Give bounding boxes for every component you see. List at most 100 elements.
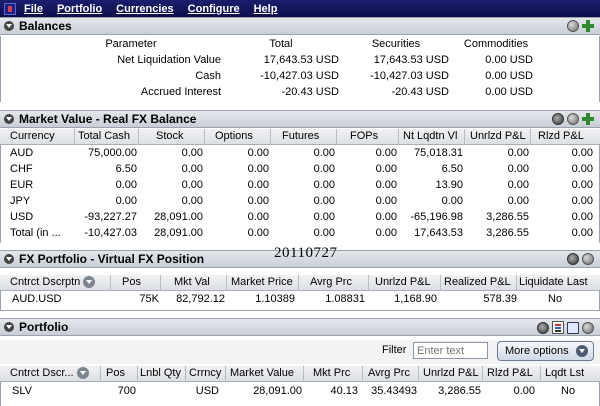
balances-cell: -20.43 USD	[391, 86, 449, 98]
portfolio-header[interactable]: Portfolio	[0, 318, 600, 336]
chevron-down-icon[interactable]	[76, 367, 89, 380]
app-logo-icon	[4, 2, 16, 15]
col-separator	[160, 275, 161, 291]
col-unrlzd-pl[interactable]: Unrlzd P&L	[423, 366, 479, 381]
add-icon[interactable]	[582, 113, 594, 125]
more-options-button[interactable]: More options	[497, 341, 594, 361]
col-fops[interactable]: FOPs	[350, 129, 378, 144]
col-separator	[530, 129, 531, 145]
help-icon[interactable]	[582, 253, 594, 265]
col-nt-lqdtn-vl[interactable]: Nt Lqdtn Vl	[403, 129, 457, 144]
col-unrlzd-pl[interactable]: Unrlzd P&L	[375, 275, 431, 290]
collapse-toggle-icon[interactable]	[4, 254, 14, 264]
menu-configure[interactable]: Configure	[188, 3, 240, 15]
menu-help[interactable]: Help	[254, 3, 278, 15]
collapse-toggle-icon[interactable]	[4, 114, 14, 124]
col-stock[interactable]: Stock	[156, 129, 184, 144]
mv-cell-currency: CHF	[10, 163, 33, 175]
col-cntrct-dscrptn[interactable]: Cntrct Dscrptn	[10, 275, 96, 290]
col-separator	[74, 129, 75, 145]
mv-cell: 0.00	[247, 211, 269, 223]
col-pos[interactable]: Pos	[106, 366, 125, 381]
mv-cell: 3,286.55	[486, 227, 529, 239]
col-realized-pl[interactable]: Realized P&L	[444, 275, 511, 290]
col-avrg-prc[interactable]: Avrg Prc	[310, 275, 352, 290]
col-cntrct-dscrptn-label: Cntrct Dscrptn	[10, 276, 81, 288]
col-separator	[185, 366, 186, 382]
report-icon[interactable]	[552, 321, 564, 334]
window-icon[interactable]	[567, 321, 579, 334]
mv-cell: 75,000.00	[88, 147, 137, 159]
col-total-cash[interactable]: Total Cash	[78, 129, 130, 144]
mv-cell: 0.00	[571, 163, 593, 175]
col-crrncy[interactable]: Crrncy	[189, 366, 221, 381]
fx-portfolio-grid: AUD.USD 75K 82,792.12 1.10389 1.08831 1,…	[0, 291, 600, 311]
mv-cell: 0.00	[313, 211, 335, 223]
col-futures[interactable]: Futures	[282, 129, 319, 144]
mv-cell: -65,196.98	[410, 211, 463, 223]
col-separator	[464, 129, 465, 145]
filter-label: Filter	[382, 344, 407, 356]
balances-row-label: Cash	[195, 70, 221, 82]
add-icon[interactable]	[582, 20, 594, 32]
collapse-toggle-icon[interactable]	[4, 21, 14, 31]
menu-currencies[interactable]: Currencies	[116, 3, 173, 15]
col-avrg-prc[interactable]: Avrg Prc	[368, 366, 410, 381]
mv-cell: 0.00	[507, 195, 529, 207]
mv-cell: 28,091.00	[154, 227, 203, 239]
mv-cell: 0.00	[375, 195, 397, 207]
col-pos[interactable]: Pos	[122, 275, 141, 290]
pf-cell: 0.00	[513, 385, 535, 397]
configure-icon[interactable]	[552, 113, 564, 125]
col-cntrct-dscr[interactable]: Cntrct Dscr...	[10, 366, 89, 381]
help-icon[interactable]	[567, 20, 579, 32]
mv-cell: 0.00	[181, 195, 203, 207]
configure-icon[interactable]	[567, 253, 579, 265]
col-lnbl-qty[interactable]: Lnbl Qty	[140, 366, 181, 381]
col-unrlzd-pl[interactable]: Unrlzd P&L	[470, 129, 526, 144]
mv-cell: 28,091.00	[154, 211, 203, 223]
configure-icon[interactable]	[537, 321, 549, 334]
balances-col-securities: Securities	[371, 38, 421, 50]
mv-cell: 0.00	[571, 211, 593, 223]
col-market-price[interactable]: Market Price	[231, 275, 293, 290]
pf-cell-contract: SLV	[12, 385, 32, 397]
col-separator	[398, 129, 399, 145]
market-value-header[interactable]: Market Value - Real FX Balance	[0, 110, 600, 128]
col-separator	[540, 366, 541, 382]
col-separator	[303, 366, 304, 382]
balances-row-label: Net Liquidation Value	[117, 54, 221, 66]
help-icon[interactable]	[582, 321, 594, 334]
mv-cell: 0.00	[313, 227, 335, 239]
fx-cell: 578.39	[483, 293, 517, 305]
fx-cell: 1.08831	[325, 293, 365, 305]
col-lqdt-lst[interactable]: Lqdt Lst	[545, 366, 584, 381]
mv-cell: 0.00	[115, 179, 137, 191]
pf-cell: 28,091.00	[253, 385, 302, 397]
col-separator	[516, 275, 517, 291]
menu-bar: File Portfolio Currencies Configure Help	[0, 0, 600, 17]
col-market-value[interactable]: Market Value	[230, 366, 294, 381]
mv-cell: 0.00	[375, 211, 397, 223]
pf-cell: USD	[195, 385, 219, 397]
filter-input[interactable]	[413, 342, 488, 359]
fx-cell: No	[548, 293, 563, 305]
mv-cell: 0.00	[507, 179, 529, 191]
col-mkt-prc[interactable]: Mkt Prc	[313, 366, 350, 381]
menu-file[interactable]: File	[24, 3, 43, 15]
help-icon[interactable]	[567, 113, 579, 125]
col-options[interactable]: Options	[215, 129, 253, 144]
col-liquidate-last[interactable]: Liquidate Last	[519, 275, 588, 290]
col-mkt-val[interactable]: Mkt Val	[174, 275, 210, 290]
collapse-toggle-icon[interactable]	[4, 322, 14, 332]
col-currency[interactable]: Currency	[10, 129, 55, 144]
mv-cell: 0.00	[507, 163, 529, 175]
menu-portfolio[interactable]: Portfolio	[57, 3, 102, 15]
balances-header[interactable]: Balances	[0, 17, 600, 35]
mv-cell-currency: EUR	[10, 179, 34, 191]
col-rlzd-pl[interactable]: Rlzd P&L	[538, 129, 584, 144]
pf-cell: 3,286.55	[438, 385, 481, 397]
chevron-down-icon[interactable]	[83, 276, 96, 289]
col-rlzd-pl[interactable]: Rlzd P&L	[487, 366, 533, 381]
mv-cell: 0.00	[247, 179, 269, 191]
